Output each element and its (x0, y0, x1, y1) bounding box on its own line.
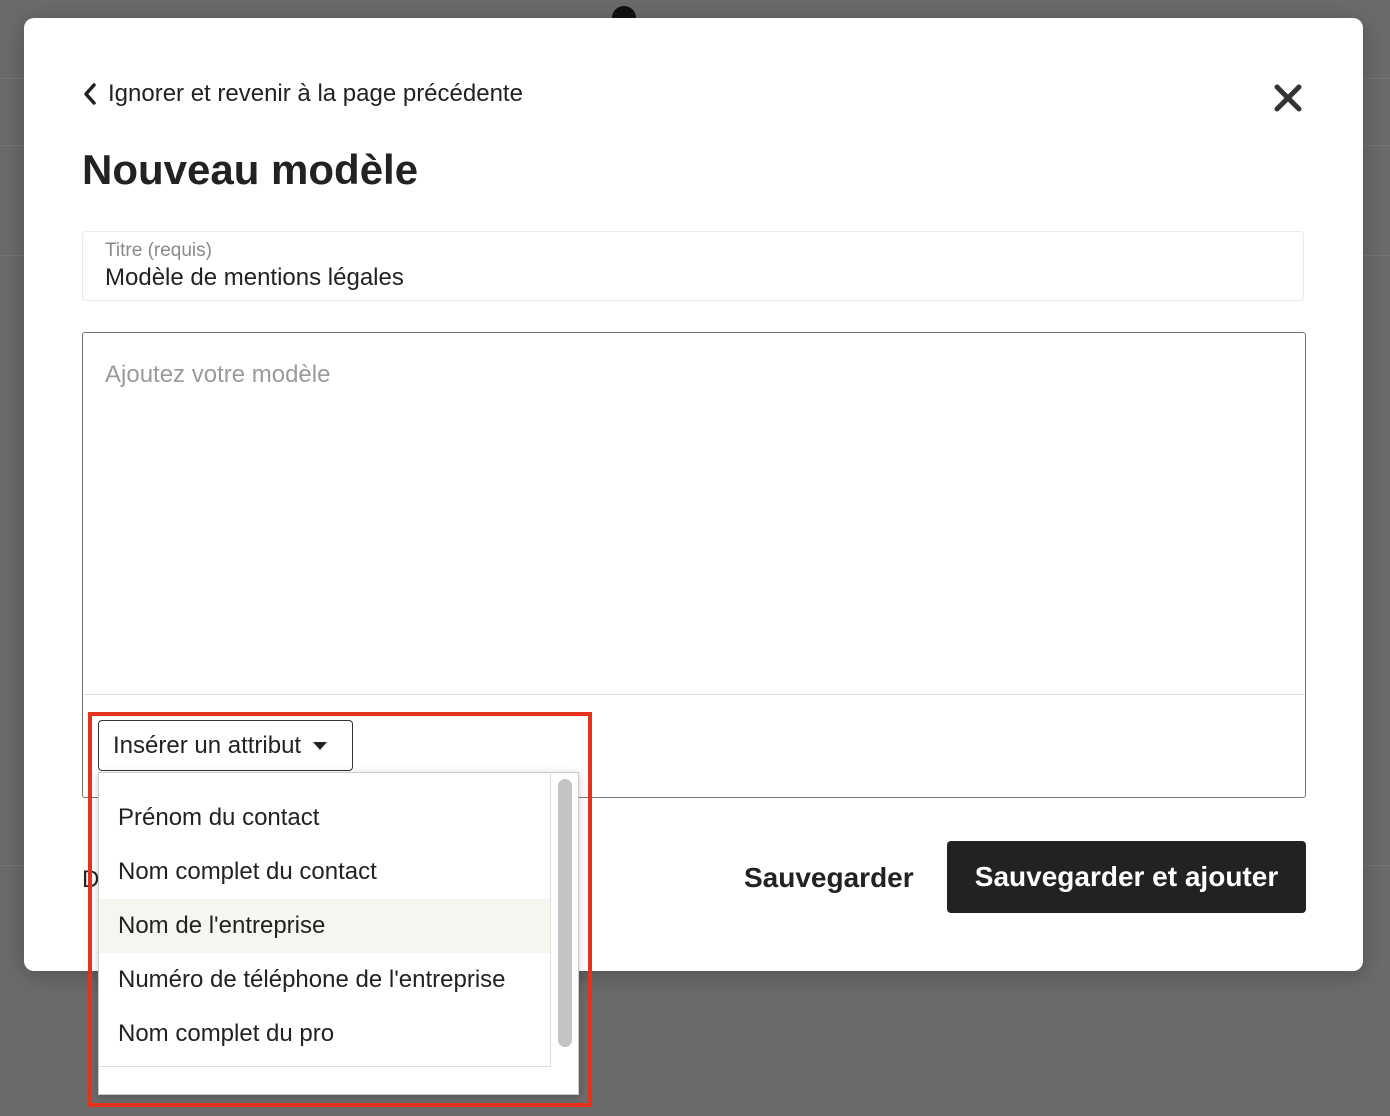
back-link[interactable]: Ignorer et revenir à la page précédente (82, 80, 523, 108)
title-field-label: Titre (requis) (105, 240, 212, 261)
close-button[interactable] (1272, 82, 1304, 114)
attribute-option[interactable]: Numéro de téléphone de l'entreprise (99, 953, 550, 1007)
back-link-label: Ignorer et revenir à la page précédente (108, 80, 523, 107)
title-field[interactable]: Titre (requis) Modèle de mentions légale… (82, 231, 1304, 301)
options-scrollbar[interactable] (558, 779, 572, 1047)
insert-attribute-dropdown[interactable]: Insérer un attribut (98, 720, 353, 771)
page-title: Nouveau modèle (82, 146, 419, 193)
partial-text: D (82, 866, 100, 893)
new-template-modal: Ignorer et revenir à la page précédente … (24, 18, 1363, 1095)
save-and-add-button[interactable]: Sauvegarder et ajouter (947, 841, 1306, 913)
attribute-options-list: Prénom du contact Nom complet du contact… (98, 772, 579, 1095)
attribute-option[interactable]: Nom complet du contact (99, 845, 550, 899)
title-field-value[interactable]: Modèle de mentions légales (105, 264, 404, 292)
attribute-option[interactable]: Nom complet du pro (99, 1007, 550, 1061)
attribute-options-viewport: Prénom du contact Nom complet du contact… (99, 773, 551, 1067)
insert-attribute-label: Insérer un attribut (113, 731, 302, 759)
chevron-left-icon (84, 83, 96, 105)
attribute-option-highlighted[interactable]: Nom de l'entreprise (99, 899, 550, 953)
caret-down-icon (313, 741, 328, 750)
save-button[interactable]: Sauvegarder (744, 858, 914, 898)
attribute-option[interactable]: Prénom du contact (99, 791, 550, 845)
editor-toolbar-divider (83, 694, 1305, 695)
editor-placeholder: Ajoutez votre modèle (105, 361, 331, 388)
close-icon (1274, 84, 1302, 112)
